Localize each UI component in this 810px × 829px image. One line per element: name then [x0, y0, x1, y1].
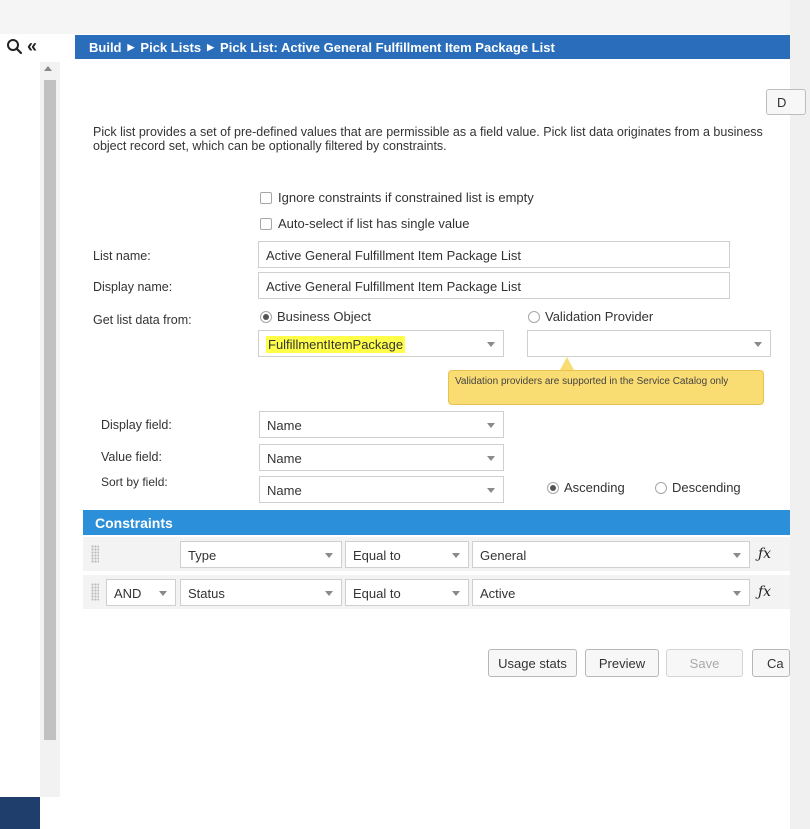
ascending-option[interactable]: Ascending: [547, 480, 625, 495]
drag-handle-icon[interactable]: [91, 545, 99, 563]
value-field-select[interactable]: Name: [259, 444, 504, 471]
chevron-down-icon: [487, 488, 495, 493]
auto-select-option[interactable]: Auto-select if list has single value: [260, 216, 469, 231]
validation-provider-select[interactable]: [527, 330, 771, 357]
descending-radio[interactable]: [655, 481, 667, 494]
preview-button[interactable]: Preview: [585, 649, 659, 677]
business-object-label: Business Object: [277, 309, 371, 324]
list-name-input[interactable]: Active General Fulfillment Item Package …: [258, 241, 730, 268]
sort-field-select[interactable]: Name: [259, 476, 504, 503]
auto-select-checkbox[interactable]: [260, 217, 272, 230]
constraint-field-value: Type: [188, 548, 217, 563]
breadcrumb-current-page: Pick List: Active General Fulfillment It…: [220, 39, 555, 55]
scrollbar-thumb[interactable]: [44, 80, 56, 740]
collapse-sidebar-icon[interactable]: «: [27, 36, 37, 56]
top-bar: [0, 0, 790, 34]
chevron-down-icon: [487, 456, 495, 461]
ignore-constraints-option[interactable]: Ignore constraints if constrained list i…: [260, 190, 534, 205]
display-name-input[interactable]: Active General Fulfillment Item Package …: [258, 272, 730, 299]
drag-handle-icon[interactable]: [91, 583, 99, 601]
chevron-down-icon: [325, 553, 333, 558]
top-right-button[interactable]: D: [766, 89, 806, 115]
search-icon[interactable]: [6, 38, 24, 56]
get-list-data-label: Get list data from:: [93, 313, 192, 327]
chevron-down-icon: [159, 591, 167, 596]
constraint-field-select[interactable]: Type: [180, 541, 342, 568]
value-field-label: Value field:: [101, 450, 162, 464]
save-button[interactable]: Save: [666, 649, 743, 677]
business-object-option[interactable]: Business Object: [260, 309, 371, 324]
cancel-button[interactable]: Ca: [752, 649, 790, 677]
descending-label: Descending: [672, 480, 741, 495]
sort-field-value: Name: [267, 483, 302, 498]
scroll-up-arrow-icon[interactable]: [44, 66, 52, 71]
validation-provider-option[interactable]: Validation Provider: [528, 309, 653, 324]
constraint-operator-select[interactable]: Equal to: [345, 541, 469, 568]
constraints-header: Constraints: [83, 510, 790, 535]
constraint-operator-value: Equal to: [353, 548, 401, 563]
auto-select-label: Auto-select if list has single value: [278, 216, 470, 231]
display-field-value: Name: [267, 418, 302, 433]
constraint-field-value: Status: [188, 586, 225, 601]
page-description: Pick list provides a set of pre-defined …: [93, 125, 763, 153]
constraint-operator-value: Equal to: [353, 586, 401, 601]
constraint-value-select[interactable]: Active: [472, 579, 750, 606]
validation-provider-tooltip: Validation providers are supported in th…: [448, 370, 764, 405]
chevron-down-icon: [733, 591, 741, 596]
chevron-down-icon: [452, 553, 460, 558]
constraint-value: Active: [480, 586, 516, 601]
display-field-select[interactable]: Name: [259, 411, 504, 438]
constraint-operator-select[interactable]: Equal to: [345, 579, 469, 606]
sort-field-label: Sort by field:: [101, 475, 168, 489]
breadcrumb-separator-icon: ▶: [127, 41, 135, 52]
fx-icon[interactable]: ƒx: [758, 584, 771, 600]
value-field-value: Name: [267, 451, 302, 466]
chevron-down-icon: [452, 591, 460, 596]
fx-icon[interactable]: ƒx: [758, 546, 771, 562]
constraint-connector-select[interactable]: AND: [106, 579, 176, 606]
constraint-value-select[interactable]: General: [472, 541, 750, 568]
breadcrumb-build[interactable]: Build: [89, 40, 122, 55]
chevron-down-icon: [733, 553, 741, 558]
tooltip-arrow: [560, 357, 574, 370]
breadcrumb: Build ▶ Pick Lists ▶ Pick List: Active G…: [75, 35, 790, 59]
breadcrumb-pick-lists[interactable]: Pick Lists: [140, 40, 201, 55]
sidebar-bottom-block: [0, 797, 40, 829]
business-object-select[interactable]: FulfillmentItemPackage: [258, 330, 504, 357]
ignore-constraints-checkbox[interactable]: [260, 191, 272, 204]
display-name-label: Display name:: [93, 280, 173, 294]
business-object-value: FulfillmentItemPackage: [266, 336, 406, 353]
chevron-down-icon: [487, 342, 495, 347]
constraint-value: General: [480, 548, 527, 563]
display-field-label: Display field:: [101, 418, 172, 432]
usage-stats-button[interactable]: Usage stats: [488, 649, 577, 677]
list-name-label: List name:: [93, 249, 151, 263]
constraint-row: AND Status Equal to Active ƒx: [83, 575, 790, 609]
business-object-radio[interactable]: [260, 310, 272, 323]
ignore-constraints-label: Ignore constraints if constrained list i…: [278, 190, 534, 205]
constraint-field-select[interactable]: Status: [180, 579, 342, 606]
validation-provider-label: Validation Provider: [545, 309, 654, 324]
right-gutter: [790, 0, 810, 829]
breadcrumb-separator-icon: ▶: [207, 41, 215, 52]
validation-provider-radio[interactable]: [528, 310, 540, 323]
ascending-label: Ascending: [564, 480, 625, 495]
constraint-connector-value: AND: [114, 586, 142, 601]
chevron-down-icon: [754, 342, 762, 347]
chevron-down-icon: [325, 591, 333, 596]
ascending-radio[interactable]: [547, 481, 559, 494]
chevron-down-icon: [487, 423, 495, 428]
descending-option[interactable]: Descending: [655, 480, 741, 495]
constraint-row: Type Equal to General ƒx: [83, 537, 790, 571]
